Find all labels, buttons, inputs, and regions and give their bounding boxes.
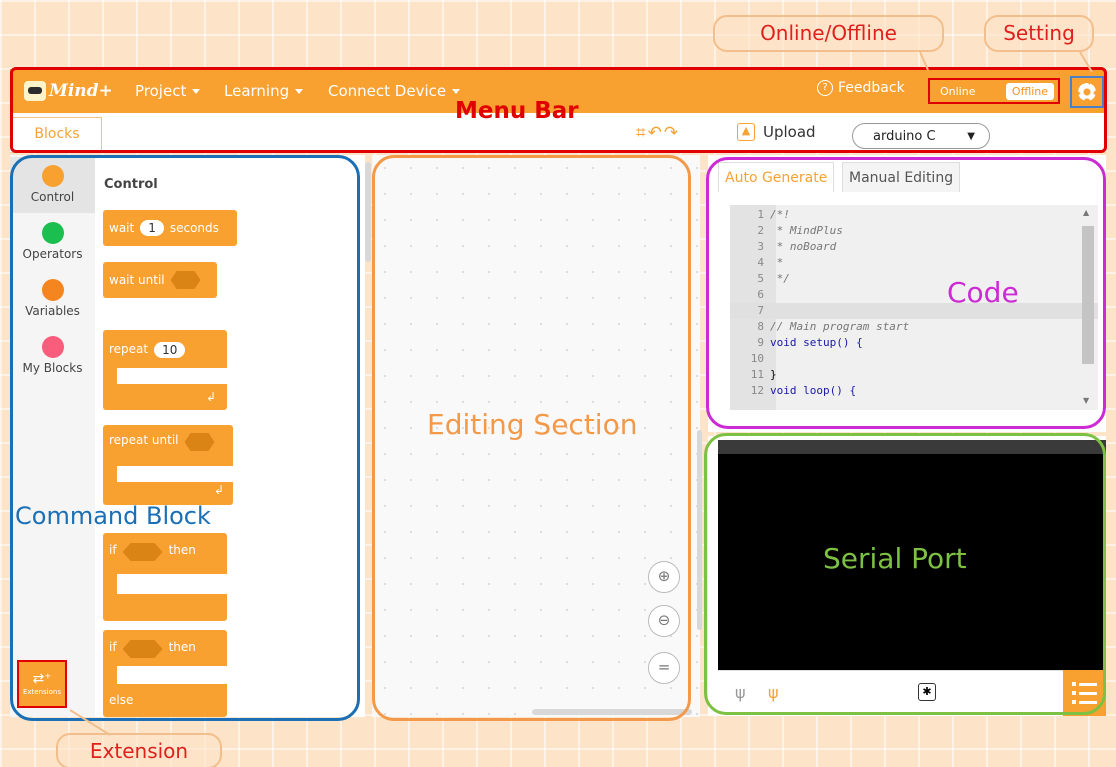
- annotation-editing-section: Editing Section: [427, 408, 638, 441]
- annotation-menu-bar: Menu Bar: [455, 98, 579, 124]
- callout-setting: Setting: [984, 15, 1094, 52]
- flyout-scrollbar[interactable]: [365, 162, 371, 262]
- callout-online-offline: Online/Offline: [713, 15, 944, 52]
- workspace-vscroll[interactable]: [697, 430, 702, 630]
- annotation-serial-port: Serial Port: [823, 542, 967, 575]
- callout-extension: Extension: [56, 733, 222, 767]
- code-frame: [706, 157, 1106, 429]
- annotation-command-block: Command Block: [15, 502, 211, 530]
- annotation-code: Code: [947, 276, 1019, 309]
- command-block-frame: [10, 155, 360, 721]
